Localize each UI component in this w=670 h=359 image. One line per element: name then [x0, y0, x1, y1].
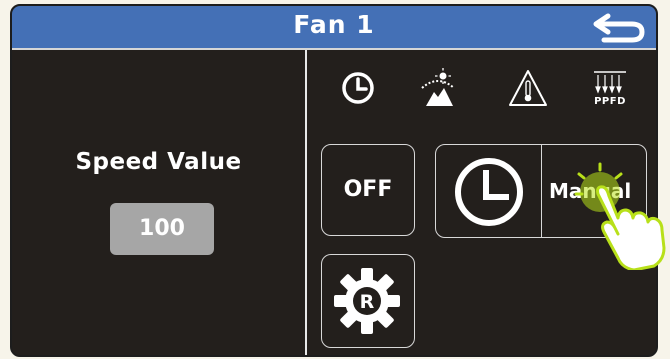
speed-value-label: Speed Value	[75, 149, 242, 175]
ppfd-label: PPFD	[594, 96, 626, 107]
off-button[interactable]: OFF	[321, 144, 415, 236]
temperature-mode-icon[interactable]	[506, 66, 550, 110]
gear-r-icon: R	[334, 268, 400, 334]
speed-value-field[interactable]: 100	[110, 203, 214, 255]
page-title: Fan 1	[293, 10, 375, 39]
fan-control-screen: Fan 1 Speed Value 100 PPFD OFF Manual R	[10, 4, 658, 357]
timer-button[interactable]	[435, 144, 542, 238]
return-arrow-icon[interactable]	[592, 11, 646, 45]
title-bar: Fan 1	[12, 6, 656, 50]
panel-divider	[305, 50, 307, 355]
clock-icon	[455, 158, 523, 226]
ppfd-mode-icon[interactable]: PPFD	[588, 66, 632, 110]
clock-mode-icon[interactable]	[336, 66, 380, 110]
manual-button[interactable]: Manual	[541, 144, 647, 238]
sunrise-mode-icon[interactable]	[416, 66, 460, 110]
light-arrows-icon	[594, 71, 626, 94]
reset-letter: R	[360, 291, 375, 313]
reset-button[interactable]: R	[321, 254, 415, 348]
